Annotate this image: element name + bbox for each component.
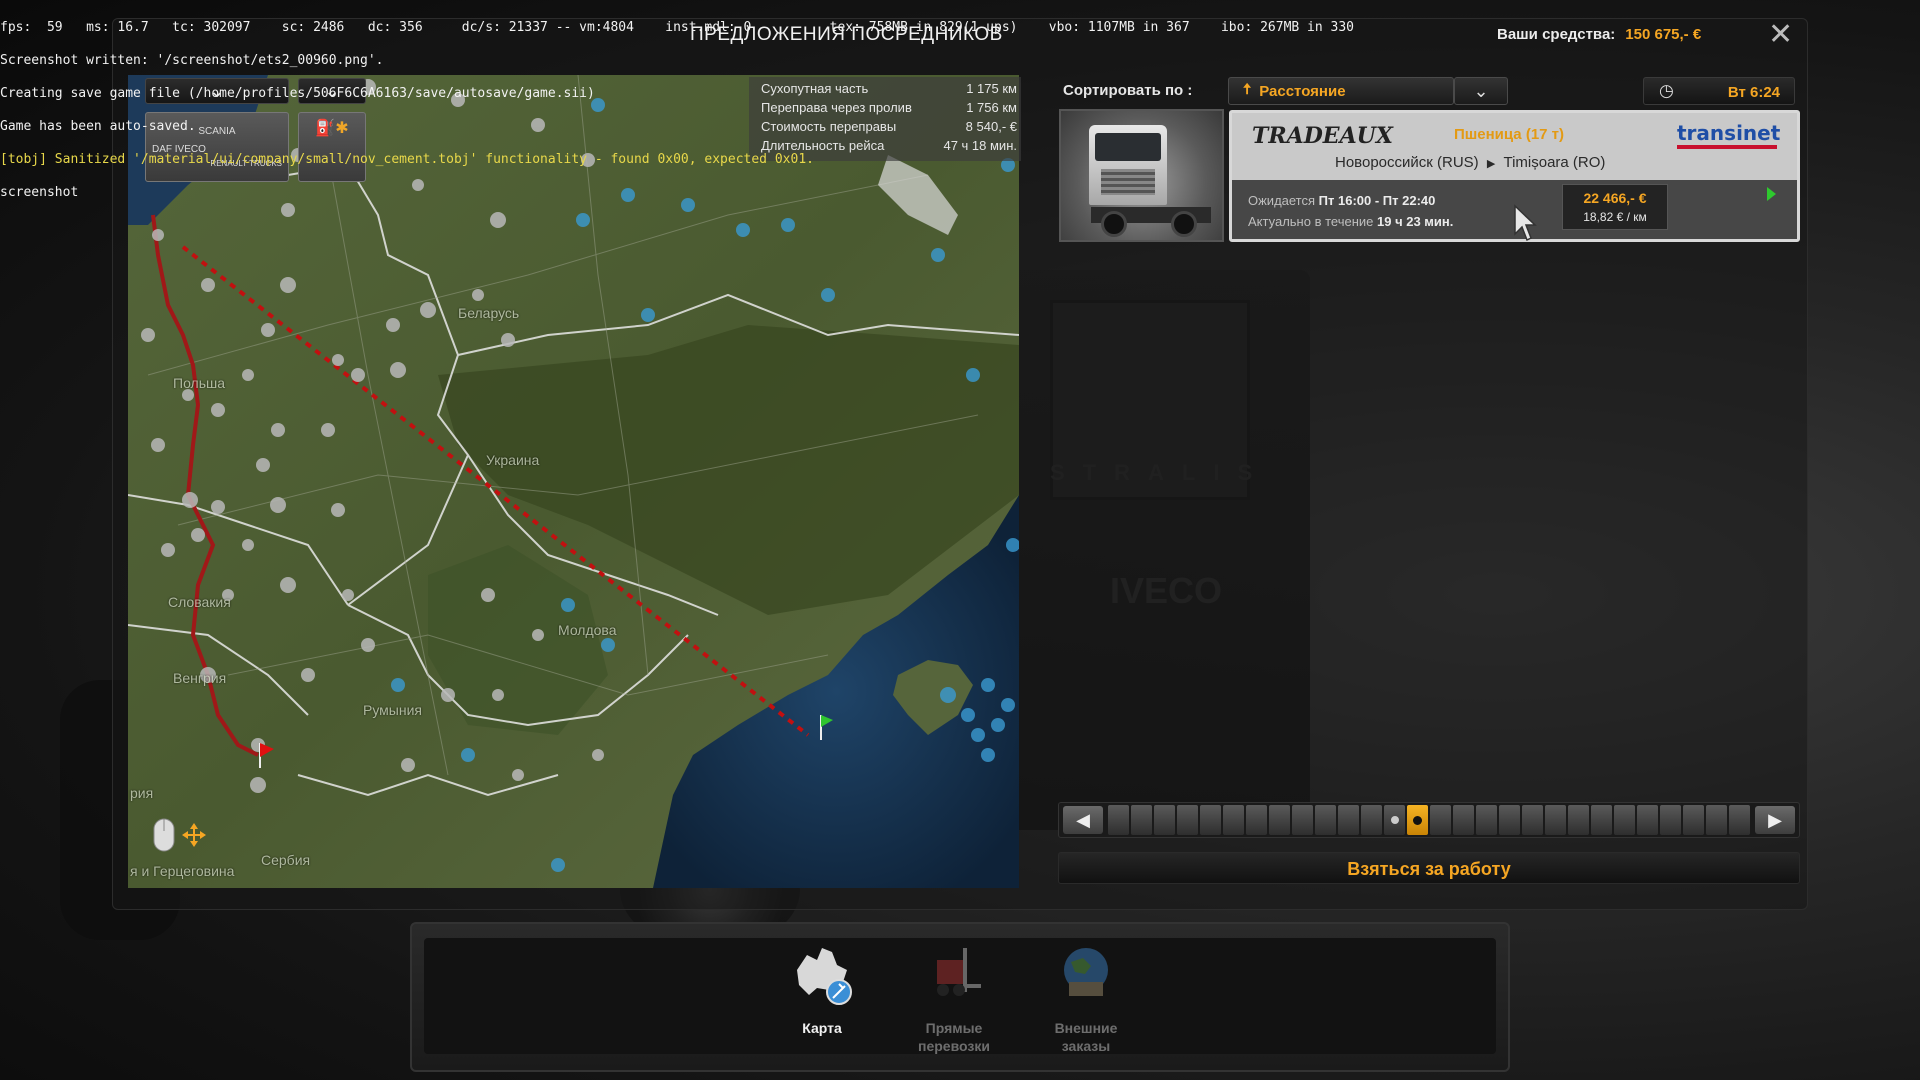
pager-page-segment[interactable] [1223,805,1244,835]
pager-page-segment[interactable] [1338,805,1359,835]
funds-value: 150 675,- € [1625,26,1702,43]
pager-page-segment[interactable] [1430,805,1451,835]
pager-page-segment[interactable] [1269,805,1290,835]
map-label-romania: Румыния [363,702,423,718]
pager-page-segment[interactable] [1315,805,1336,835]
pager-page-segment[interactable] [1131,805,1152,835]
arrow-left-icon: ◀ [1076,809,1090,830]
globe-cargo-icon [1064,948,1108,996]
pager-page-segment[interactable] [1292,805,1313,835]
europe-map-icon [797,948,852,1005]
console-line: Creating save game file (/home/profiles/… [0,86,595,101]
map-label-austria: рия [130,785,154,801]
close-icon[interactable]: ✕ [1768,20,1793,50]
offer-price-per-km: 18,82 € / км [1583,210,1647,224]
pager-page-segment[interactable] [1545,805,1566,835]
nav-label: Прямые перевозки [918,1020,990,1054]
pager-page-segment[interactable] [1660,805,1681,835]
pager-page-segment[interactable] [1568,805,1589,835]
pager-page-segment[interactable] [1591,805,1612,835]
pager-page-segment[interactable] [1177,805,1198,835]
arrow-right-icon: ▶ [1768,809,1782,830]
map-label-serbia: Сербия [261,852,311,868]
mouse-pan-icon [153,818,206,852]
pager-segments [1107,805,1751,835]
pager-page-segment[interactable] [1200,805,1221,835]
offer-pager[interactable]: ◀ ▶ [1058,802,1800,838]
pager-prev-button[interactable]: ◀ [1063,806,1103,834]
pager-page-segment[interactable] [1361,805,1382,835]
map-label-moldova: Молдова [558,622,617,638]
pager-page-segment[interactable] [1246,805,1267,835]
map-label-slovakia: Словакия [168,594,231,610]
forklift-icon [937,948,981,996]
map-label-ukraine: Украина [486,452,540,468]
console-line: [tobj] Sanitized '/material/ui/company/s… [0,152,814,167]
nav-external-jobs-button[interactable]: Внешние заказы [1031,940,1141,1055]
console-line: screenshot [0,185,79,200]
mouse-cursor-icon [1514,204,1537,242]
map-label-poland: Польша [173,375,226,391]
console-line: Screenshot written: '/screenshot/ets2_00… [0,53,384,68]
map-label-hungary: Венгрия [173,670,227,686]
funds-label: Ваши средства: [1497,26,1616,43]
pager-page-segment[interactable] [1637,805,1658,835]
pager-page-segment[interactable] [1407,805,1428,835]
pager-page-segment[interactable] [1499,805,1520,835]
nav-label: Внешние заказы [1054,1020,1118,1054]
nav-freight-market-button[interactable]: Прямые перевозки [899,940,1009,1055]
take-job-button[interactable]: Взяться за работу [1058,852,1800,884]
pager-page-segment[interactable] [1729,805,1750,835]
window-title: ПРЕДЛОЖЕНИЯ ПОСРЕДНИКОВ [690,24,1003,45]
pager-next-button[interactable]: ▶ [1755,806,1795,834]
nav-label: Карта [802,1020,842,1036]
pager-page-segment[interactable] [1522,805,1543,835]
pager-page-segment[interactable] [1453,805,1474,835]
pager-page-segment[interactable] [1384,805,1405,835]
nav-map-button[interactable]: Карта [767,940,877,1037]
pager-page-segment[interactable] [1683,805,1704,835]
map-label-belarus: Беларусь [458,305,520,321]
pager-page-segment[interactable] [1108,805,1129,835]
pager-page-segment[interactable] [1154,805,1175,835]
console-line: Game has been auto-saved. [0,119,196,134]
pager-page-segment[interactable] [1476,805,1497,835]
pager-page-segment[interactable] [1614,805,1635,835]
player-funds: Ваши средства: 150 675,- € [1497,26,1701,43]
pager-page-segment[interactable] [1706,805,1727,835]
map-label-bosnia: я и Герцеговина [130,863,235,879]
